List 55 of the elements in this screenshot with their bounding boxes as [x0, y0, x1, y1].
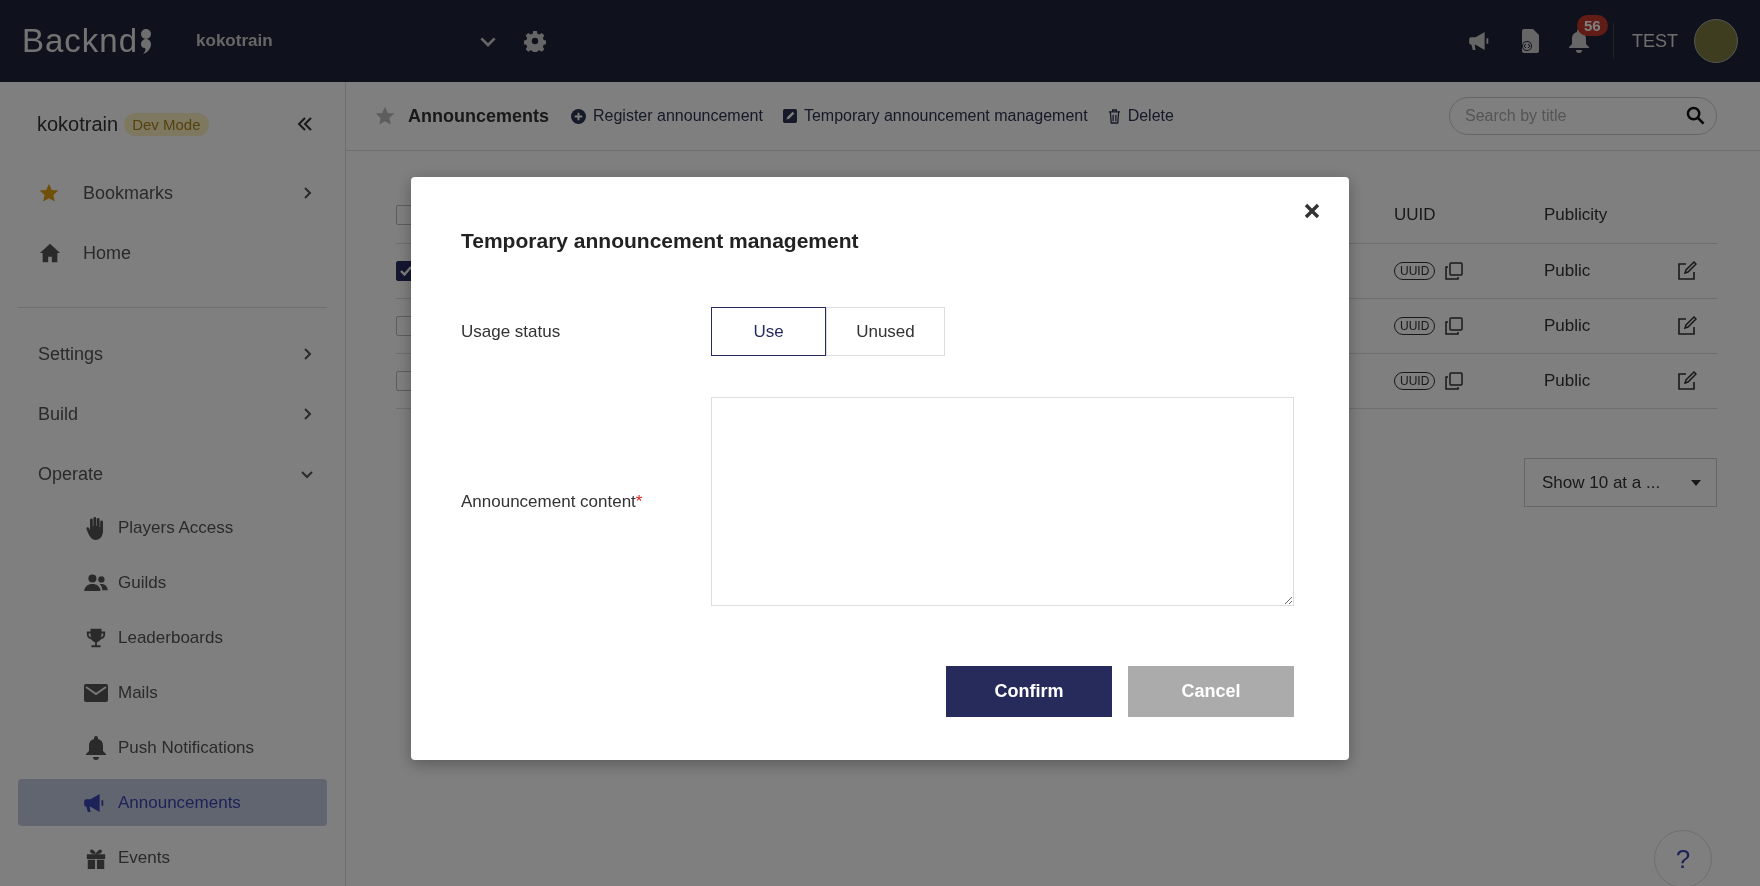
dialog-title: Temporary announcement management	[461, 228, 860, 253]
sidebar-item[interactable]: Guilds	[18, 559, 327, 606]
page-size-select[interactable]: Show 10 at a ...	[1524, 458, 1717, 507]
segment-option[interactable]: Use	[711, 307, 826, 356]
sidebar-item[interactable]: Home	[18, 223, 327, 283]
field-label: Usage status	[461, 321, 562, 342]
logo-mark-icon	[140, 27, 153, 55]
field-label: Announcement content*	[461, 491, 644, 512]
column-header: Publicity	[1544, 205, 1609, 225]
sidebar-item[interactable]: Announcements	[18, 779, 327, 826]
plus-circle-icon	[571, 108, 586, 124]
cancel-button[interactable]: Cancel	[1128, 666, 1294, 717]
caret-icon	[1691, 479, 1701, 486]
copy-icon[interactable]	[1445, 317, 1464, 335]
sidebar-item[interactable]: Leaderboards	[18, 614, 327, 661]
help-button[interactable]: ?	[1654, 830, 1712, 886]
column-header: UUID	[1394, 205, 1437, 225]
copy-icon[interactable]	[1445, 262, 1464, 280]
notification-badge: 56	[1577, 15, 1608, 36]
table-cell-text: Public	[1544, 371, 1592, 391]
mail-icon	[84, 683, 108, 702]
bell-icon[interactable]	[1569, 29, 1589, 53]
project-name: kokotrain	[37, 112, 119, 136]
table-cell-text: Public	[1544, 316, 1592, 336]
sidebar-section[interactable]: Build	[18, 384, 327, 444]
table-cell-text: Public	[1544, 261, 1592, 281]
document-code-icon[interactable]	[1521, 29, 1541, 53]
toolbar-action[interactable]: Temporary announcement management	[782, 107, 1088, 125]
trash-icon	[1107, 108, 1121, 124]
bell-icon	[84, 735, 108, 760]
pencil-icon	[782, 109, 797, 123]
bookmark-star-icon[interactable]	[374, 105, 396, 127]
sidebar-item[interactable]: Events	[18, 834, 327, 881]
copy-icon[interactable]	[1445, 372, 1464, 390]
segment-option[interactable]: Unused	[826, 307, 945, 356]
logo-text: Backnd	[22, 22, 139, 60]
sidebar-item[interactable]: Players Access	[18, 504, 327, 551]
toolbar-action[interactable]: Register announcement	[571, 107, 763, 125]
search-icon[interactable]	[1686, 106, 1705, 125]
user-name[interactable]: TEST	[1632, 30, 1678, 52]
dev-mode-badge: Dev Mode	[124, 112, 209, 136]
people-icon	[84, 573, 108, 592]
settings-icon[interactable]	[524, 30, 547, 52]
sidebar-item[interactable]: Mails	[18, 669, 327, 716]
project-name[interactable]: kokotrain	[196, 31, 273, 51]
content-field[interactable]	[711, 397, 1294, 606]
sidebar-item[interactable]: Bookmarks	[18, 163, 327, 223]
sidebar-section[interactable]: Operate	[18, 444, 327, 504]
collapse-icon[interactable]	[297, 117, 313, 131]
sidebar-item[interactable]: Push Notifications	[18, 724, 327, 771]
toolbar-action[interactable]: Delete	[1107, 107, 1174, 125]
page-title: Announcements	[408, 105, 549, 127]
confirm-button[interactable]: Confirm	[946, 666, 1112, 717]
sidebar-section[interactable]: Settings	[18, 324, 327, 384]
avatar[interactable]	[1694, 19, 1738, 63]
